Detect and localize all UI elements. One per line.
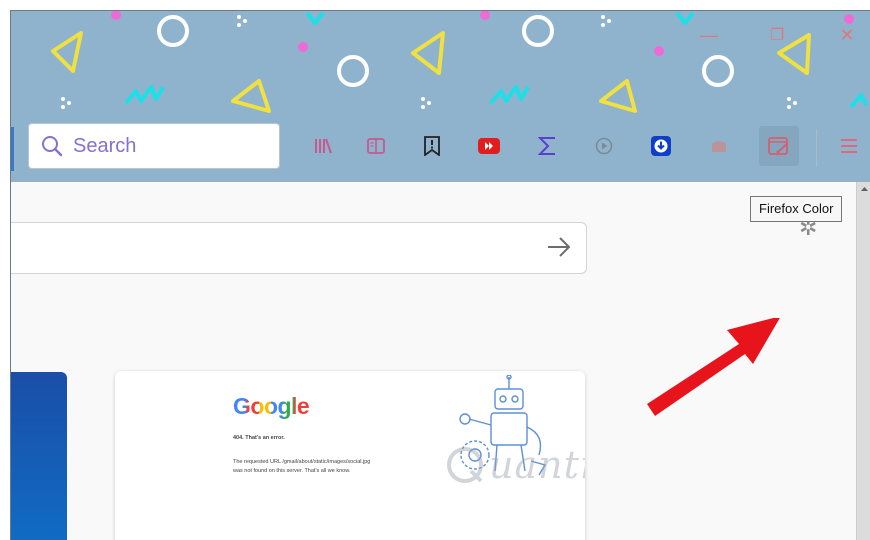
google-logo-text: Google [233,393,310,419]
play-circle-icon [595,137,613,155]
navigation-toolbar [11,117,870,182]
search-input[interactable] [71,133,255,159]
arrow-right-icon[interactable] [546,235,572,259]
restore-icon: ❐ [769,27,785,44]
theme-pattern [51,11,868,113]
youtube-button[interactable] [473,130,505,162]
download-icon [651,136,671,156]
error-message-line1: The requested URL /gmail/about/static/im… [233,459,371,465]
firefox-color-button[interactable] [759,126,799,166]
scroll-up-icon[interactable] [857,182,870,196]
error-code-text: 404. That's an error. [233,435,285,441]
minimize-icon: — [700,24,718,45]
youtube-icon [478,138,500,154]
title-bar: — ❐ ✕ [11,11,870,117]
reader-view-icon [367,138,385,154]
browser-window: — ❐ ✕ Search ✲ Google 404. That's an err… [10,10,870,540]
new-tab-page: ✲ Google 404. That's an error. The reque… [11,182,856,540]
tooltip: Firefox Color [750,196,843,222]
search-icon [42,136,63,157]
search-box[interactable] [28,123,280,169]
close-button[interactable]: ✕ [833,21,861,49]
top-site-tile[interactable] [11,372,67,540]
toolbar-separator [816,129,817,167]
error-message-line2: was not found on this server. That's all… [233,468,351,474]
minimize-button[interactable]: — [695,21,723,49]
library-icon [315,138,332,154]
library-button[interactable] [307,130,339,162]
restore-button[interactable]: ❐ [763,21,791,49]
media-play-button[interactable] [588,130,620,162]
bookmark-flag-button[interactable] [416,130,448,162]
top-site-tile[interactable]: Google 404. That's an error. The request… [115,371,585,540]
sigma-button[interactable] [532,130,564,162]
vertical-scrollbar[interactable] [856,182,870,540]
toolbar-edge [11,127,14,171]
bookmark-flag-icon [424,136,440,156]
watermark: uantrimang [445,443,585,487]
reader-view-button[interactable] [360,130,392,162]
watermark-logo-icon [447,447,483,483]
newtab-search-bar[interactable] [11,222,587,274]
google-logo: Google [233,393,310,420]
red-pointer-arrow [647,318,780,416]
watermark-text: uantrimang [489,443,585,487]
extension-button[interactable] [703,130,735,162]
sigma-icon [538,137,555,155]
menu-button[interactable] [833,130,865,162]
hamburger-menu-icon [841,139,857,153]
close-icon: ✕ [839,24,855,45]
firefox-color-icon [768,137,788,155]
download-button[interactable] [645,130,677,162]
extension-icon [712,141,726,152]
